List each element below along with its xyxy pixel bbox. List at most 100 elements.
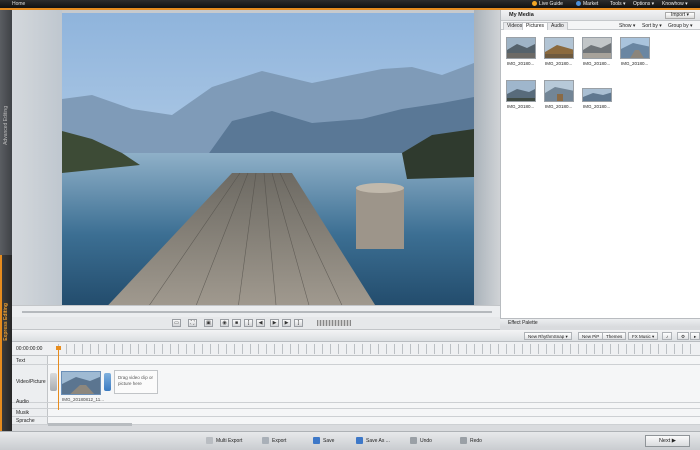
timecode-display: 00:00:00:00 [16,346,43,352]
track-label: Musik [16,410,30,416]
scrubber-track[interactable] [22,311,492,313]
track-label: Text [16,358,26,364]
preview-scrubber[interactable] [12,305,500,317]
tab-advanced-label: Advanced Editing [3,106,9,145]
previous-icon[interactable]: ◀ [256,319,265,327]
new-pip-button[interactable]: New PiP [578,332,604,340]
save-icon [313,437,320,444]
timeline-ruler[interactable]: 00:00:00:00 [12,342,700,356]
redo-label: Redo [470,437,482,444]
live-guide-link[interactable]: Live Guide [532,1,563,7]
export-button[interactable]: Export [262,437,286,444]
tab-advanced-editing[interactable]: Advanced Editing [0,10,12,255]
expand-icon[interactable]: ▸ [690,332,700,340]
track-label: Video/Picture [16,379,46,385]
playhead[interactable] [58,348,59,410]
live-guide-label: Live Guide [539,1,563,7]
media-thumbnail[interactable] [620,37,650,59]
ruler-ticks [58,344,698,354]
preview-window [12,10,500,305]
thumbnail-label: IMG_20180... [583,104,611,109]
timeline-scrollbar[interactable] [48,423,132,426]
save-as-button[interactable]: Save As ... [356,437,390,444]
drop-hint-text: Drag video clip or picture here [118,375,154,386]
timeline-tracks: Text Video/Picture Audio Musik Sprache I… [12,356,700,426]
media-thumbnail[interactable] [582,88,612,102]
microphone-icon[interactable]: ♪ [662,332,673,340]
timeline-clip[interactable] [61,371,101,395]
mark-out-icon[interactable]: ] [294,319,303,327]
new-rhythmsnap-button[interactable]: New RhythmSnap ▾ [524,332,572,340]
redo-button[interactable]: Redo [460,437,482,444]
media-panel-title: My Media [509,12,534,18]
themes-button[interactable]: Themes [602,332,627,340]
preview-image [62,13,474,305]
effect-palette-label: Effect Palette [508,320,538,326]
play-icon[interactable]: ▶ [270,319,279,327]
timeline-toolbar: New RhythmSnap ▾ New PiP Themes FX Music… [12,330,700,342]
track-musik[interactable]: Musik [12,409,700,417]
save-label: Save [323,437,335,444]
aspect-icon[interactable]: ▣ [204,319,213,327]
sort-dropdown[interactable]: Sort by ▾ [642,23,662,29]
media-panel-header: My Media Import ▾ [501,10,700,21]
multi-export-icon [206,437,213,444]
fx-music-button[interactable]: FX Music ▾ [628,332,659,340]
effect-palette-bar[interactable]: Effect Palette [500,318,700,327]
tab-express-label: Express Editing [3,303,9,341]
live-guide-icon [532,1,537,7]
options-menu[interactable]: Options ▾ [633,1,654,7]
media-thumbnail[interactable] [544,80,574,102]
save-as-icon [356,437,363,444]
next-frame-icon[interactable]: ▶ [282,319,291,327]
show-dropdown[interactable]: Show ▾ [619,23,635,29]
track-text[interactable]: Text [12,356,700,365]
save-button[interactable]: Save [313,437,334,444]
tab-audio[interactable]: Audio [547,22,568,30]
tab-express-editing[interactable]: Express Editing [0,255,12,435]
home-link[interactable]: Home [12,1,25,7]
undo-button[interactable]: Undo [410,437,432,444]
tools-menu[interactable]: Tools ▾ [610,1,626,7]
snapshot-icon[interactable]: ◉ [220,319,229,327]
media-thumbnail[interactable] [506,37,536,59]
knowhow-menu[interactable]: Knowhow ▾ [662,1,688,7]
volume-slider[interactable] [317,320,351,326]
player-controls: ▭ ⛶ ▣ ◉ ■ [ ◀ ▶ ▶ ] [12,317,500,330]
thumbnail-label: IMG_20180... [545,61,573,66]
multi-export-label: Multi Export [216,437,243,444]
group-dropdown[interactable]: Group by ▾ [668,23,692,29]
thumbnail-label: IMG_20180... [621,61,649,66]
undo-label: Undo [420,437,432,444]
bottom-action-bar: Multi Export Export Save Save As ... Und… [0,431,700,450]
multi-export-button[interactable]: Multi Export [206,437,242,444]
clip-name: IMG_20180812_11... [62,397,104,402]
thumbnail-label: IMG_20180... [545,104,573,109]
import-button[interactable]: Import ▾ [665,12,695,19]
track-label: Audio [16,399,29,405]
preview-right-margin [474,10,500,305]
media-tabs: Videos Pictures Audio Show ▾ Sort by ▾ G… [501,21,700,30]
drop-zone[interactable]: Drag video clip or picture here [114,370,158,394]
thumbnail-label: IMG_20180... [583,61,611,66]
next-label: Next [658,438,671,444]
tab-pictures[interactable]: Pictures [522,22,549,30]
mark-in-icon[interactable]: [ [244,319,253,327]
fullscreen-icon[interactable]: ⛶ [188,319,197,327]
media-thumbnail[interactable] [506,80,536,102]
media-thumbnail[interactable] [544,37,574,59]
playhead-handle[interactable] [56,346,61,350]
next-arrow-icon: ▶ [671,438,677,444]
media-thumbnail[interactable] [582,37,612,59]
export-icon [262,437,269,444]
market-icon [576,1,581,7]
clip-trim-handle-left[interactable] [50,373,57,391]
market-link[interactable]: Market [576,1,598,7]
next-button[interactable]: Next ▶ [645,435,690,447]
undo-icon [410,437,417,444]
display-mode-icon[interactable]: ▭ [172,319,181,327]
clip-trim-handle-right[interactable] [104,373,111,391]
settings-icon[interactable]: ⚙ [677,332,690,340]
save-as-label: Save As ... [366,437,390,444]
stop-icon[interactable]: ■ [232,319,241,327]
